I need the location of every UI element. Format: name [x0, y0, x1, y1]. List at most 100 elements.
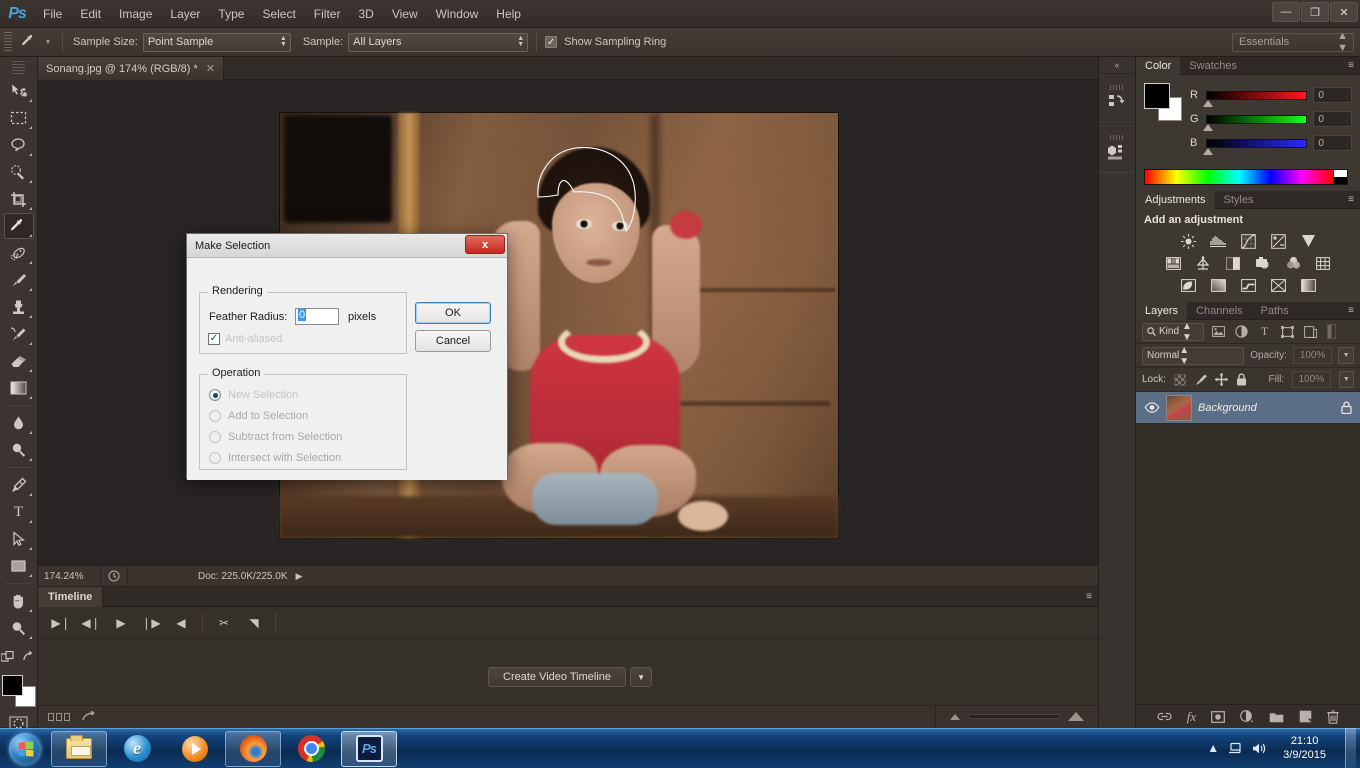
foreground-color-swatch[interactable] [1, 675, 23, 696]
menu-view[interactable]: View [383, 0, 427, 28]
move-tool[interactable] [4, 78, 34, 104]
layer-visibility-icon[interactable] [1144, 402, 1160, 413]
menu-select[interactable]: Select [253, 0, 304, 28]
firefox-taskbar-item[interactable] [225, 730, 281, 767]
panel-menu-icon[interactable]: ≡ [1086, 591, 1092, 602]
lock-all-icon[interactable] [1236, 373, 1247, 386]
radio-add-to-selection[interactable]: Add to Selection [209, 410, 308, 422]
fill-value[interactable]: 100% [1292, 371, 1331, 388]
layer-filter-kind-select[interactable]: Kind ▲ ▼ [1142, 321, 1204, 343]
close-icon[interactable]: ✕ [206, 62, 215, 75]
foreground-background-color-swatches[interactable] [1, 675, 36, 707]
volume-icon[interactable] [1252, 742, 1268, 755]
radio-new-selection[interactable]: New Selection [209, 389, 298, 401]
vibrance-icon[interactable] [1298, 232, 1318, 250]
blur-tool[interactable] [4, 410, 34, 436]
menu-help[interactable]: Help [487, 0, 530, 28]
color-panel-swatches[interactable] [1144, 83, 1182, 121]
green-slider[interactable] [1202, 114, 1308, 131]
new-group-icon[interactable] [1269, 711, 1284, 723]
toolbar-grip[interactable] [12, 61, 25, 75]
collapse-panels-icon[interactable]: « [1099, 57, 1135, 73]
blue-value[interactable]: 0 [1313, 135, 1352, 151]
hand-tool[interactable] [4, 588, 34, 614]
gradient-map-icon[interactable] [1298, 276, 1318, 294]
layer-mask-icon[interactable] [1211, 710, 1226, 723]
create-video-timeline-button[interactable]: Create Video Timeline [488, 667, 627, 687]
menu-window[interactable]: Window [427, 0, 488, 28]
history-brush-tool[interactable] [4, 321, 34, 347]
layer-row-background[interactable]: Background [1136, 392, 1360, 424]
dialog-title-bar[interactable]: Make Selection x [187, 234, 507, 258]
tab-layers[interactable]: Layers [1136, 301, 1188, 320]
workspace-select[interactable]: Essentials ▲ ▼ [1232, 30, 1354, 54]
posterize-icon[interactable] [1208, 276, 1228, 294]
zoom-level[interactable]: 174.24% [38, 571, 100, 582]
foreground-color-swatch[interactable] [1144, 83, 1170, 109]
path-selection-tool[interactable] [4, 526, 34, 552]
menu-filter[interactable]: Filter [305, 0, 350, 28]
lock-position-icon[interactable] [1214, 373, 1228, 386]
ok-button[interactable]: OK [415, 302, 491, 324]
smart-object-filter-icon[interactable] [1302, 323, 1319, 341]
tab-swatches[interactable]: Swatches [1180, 57, 1246, 75]
3d-panel-icon[interactable] [1099, 123, 1135, 173]
transition-button[interactable]: ◥ [239, 610, 269, 636]
gradient-tool[interactable] [4, 375, 34, 401]
make-selection-dialog[interactable]: Make Selection x Rendering Feather Radiu… [186, 233, 508, 480]
new-layer-icon[interactable] [1299, 710, 1312, 723]
spot-healing-brush-tool[interactable] [4, 240, 34, 266]
layer-name[interactable]: Background [1198, 402, 1335, 414]
color-lookup-icon[interactable] [1313, 254, 1333, 272]
status-expand-icon[interactable]: ▶ [296, 571, 303, 582]
next-frame-button[interactable]: ❘▶ [136, 610, 166, 636]
black-white-icon[interactable] [1223, 254, 1243, 272]
shape-layer-filter-icon[interactable] [1279, 323, 1296, 341]
red-slider[interactable] [1202, 90, 1308, 107]
fill-dropdown-icon[interactable]: ▼ [1338, 371, 1354, 388]
menu-layer[interactable]: Layer [161, 0, 209, 28]
panel-menu-icon[interactable]: ≡ [1348, 60, 1354, 71]
eraser-tool[interactable] [4, 348, 34, 374]
delete-layer-icon[interactable] [1327, 709, 1339, 724]
play-button[interactable]: ▶ [106, 610, 136, 636]
zoom-in-icon[interactable] [1068, 712, 1084, 721]
radio-subtract-from-selection[interactable]: Subtract from Selection [209, 431, 342, 443]
restore-button[interactable]: ❐ [1301, 2, 1329, 22]
clone-stamp-tool[interactable] [4, 294, 34, 320]
network-icon[interactable] [1228, 742, 1243, 755]
tab-styles[interactable]: Styles [1215, 191, 1263, 209]
split-clip-button[interactable]: ✂ [209, 610, 239, 636]
levels-icon[interactable] [1208, 232, 1228, 250]
anti-aliased-checkbox[interactable]: ✓ Anti-aliased [208, 333, 282, 345]
start-button[interactable] [0, 730, 50, 768]
selective-color-icon[interactable] [1268, 276, 1288, 294]
timeline-zoom-slider[interactable] [968, 714, 1060, 719]
sample-size-select[interactable]: Point Sample ▲ ▼ [142, 32, 291, 52]
type-layer-filter-icon[interactable]: T [1256, 323, 1273, 341]
blue-slider[interactable] [1202, 138, 1308, 155]
windows-media-player-taskbar-item[interactable] [167, 731, 223, 767]
minimize-button[interactable]: — [1272, 2, 1300, 22]
chevron-down-icon[interactable]: ▼ [630, 667, 653, 687]
zoom-out-icon[interactable] [950, 713, 960, 720]
link-layers-icon[interactable] [1157, 711, 1172, 722]
audio-button[interactable]: ◀ [166, 610, 196, 636]
document-tab[interactable]: Sonang.jpg @ 174% (RGB/8) * ✕ [38, 57, 225, 80]
channel-mixer-icon[interactable] [1283, 254, 1303, 272]
menu-type[interactable]: Type [209, 0, 253, 28]
swap-colors-icon[interactable] [23, 645, 36, 669]
hue-saturation-icon[interactable] [1163, 254, 1183, 272]
lasso-tool[interactable] [4, 132, 34, 158]
pen-tool[interactable] [4, 472, 34, 498]
photoshop-taskbar-item[interactable]: Ps [341, 730, 397, 767]
show-hidden-icons-icon[interactable]: ▲ [1207, 741, 1219, 755]
menu-file[interactable]: File [34, 0, 71, 28]
quick-selection-tool[interactable] [4, 159, 34, 185]
layer-thumbnail[interactable] [1166, 394, 1192, 421]
close-icon[interactable]: x [465, 235, 505, 254]
type-tool[interactable]: T [4, 499, 34, 525]
exposure-icon[interactable] [1268, 232, 1288, 250]
internet-explorer-taskbar-item[interactable]: e [109, 731, 165, 767]
convert-to-frame-animation-icon[interactable] [48, 712, 70, 721]
